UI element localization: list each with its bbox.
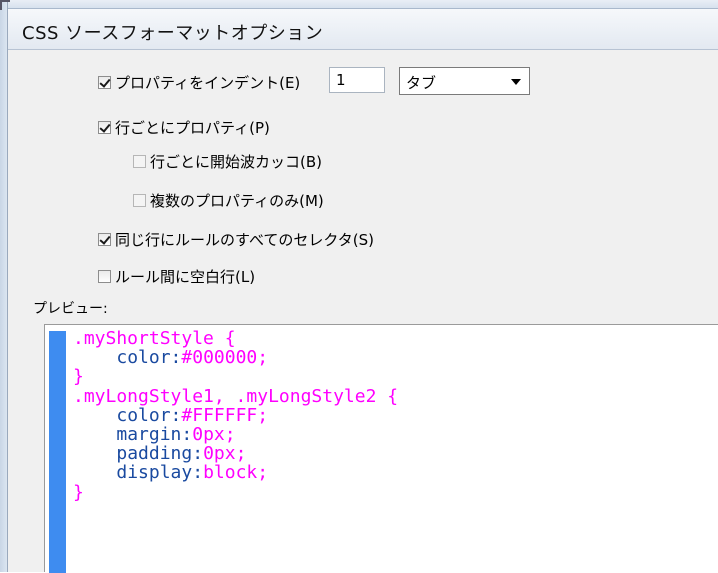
chevron-down-icon[interactable]: [511, 79, 521, 85]
preview-property-name: padding: [116, 443, 193, 465]
blank-line-between-rules-option[interactable]: ルール間に空白行(L): [98, 266, 255, 287]
preview-code-line: margin:0px;: [116, 424, 236, 446]
preview-code-line: .myLongStyle1, .myLongStyle2 {: [73, 387, 398, 406]
preview-property-value: #000000;: [181, 347, 269, 369]
property-per-line-label: 行ごとにプロパティ(P): [115, 119, 270, 137]
open-brace-per-line-checkbox[interactable]: [133, 155, 146, 168]
property-per-line-option[interactable]: 行ごとにプロパティ(P): [98, 117, 270, 138]
dialog-title-bar[interactable]: CSS ソースフォーマットオプション: [8, 9, 718, 50]
dialog-title: CSS ソースフォーマットオプション: [22, 23, 324, 44]
preview-property-value: #FFFFFF;: [181, 404, 269, 426]
indent-properties-option[interactable]: プロパティをインデント(E): [98, 72, 300, 93]
preview-property-name: color: [116, 347, 171, 369]
preview-closing-brace: }: [73, 366, 84, 388]
preview-property-value: 0px;: [192, 424, 236, 446]
open-brace-per-line-label: 行ごとに開始波カッコ(B): [150, 153, 322, 171]
window-frame-left: [0, 0, 8, 572]
preview-code-line: }: [73, 367, 398, 386]
preview-pane: .myShortStyle { color:#000000;} .myLongSt…: [44, 324, 718, 573]
preview-property-name: display: [116, 462, 193, 484]
preview-selector: .myLongStyle1, .myLongStyle2 {: [73, 385, 399, 407]
preview-label: プレビュー:: [33, 301, 108, 317]
multiple-properties-only-label: 複数のプロパティのみ(M): [150, 192, 324, 210]
property-per-line-checkbox[interactable]: [98, 121, 111, 134]
preview-selector: .myShortStyle {: [73, 328, 236, 349]
blank-line-between-rules-label: ルール間に空白行(L): [115, 268, 256, 286]
indent-amount-input[interactable]: 1: [329, 67, 385, 93]
preview-code-line: display:block;: [116, 462, 269, 484]
indent-type-select[interactable]: タブ: [399, 67, 530, 95]
multiple-properties-only-checkbox[interactable]: [133, 194, 146, 207]
preview-code: .myShortStyle { color:#000000;} .myLongSt…: [73, 329, 398, 502]
preview-code-line: }: [73, 483, 398, 502]
open-brace-per-line-option[interactable]: 行ごとに開始波カッコ(B): [133, 151, 322, 172]
multiple-properties-only-option[interactable]: 複数のプロパティのみ(M): [133, 190, 324, 211]
preview-code-line: color:#000000;: [116, 347, 269, 369]
preview-gutter: [49, 331, 66, 573]
preview-closing-brace: }: [73, 481, 84, 503]
preview-property-name: margin: [116, 424, 182, 446]
window-frame-top: [0, 0, 718, 9]
preview-code-line: padding:0px;: [116, 443, 247, 465]
selectors-same-line-label: 同じ行にルールのすべてのセレクタ(S): [115, 231, 374, 249]
preview-property-value: block;: [203, 462, 269, 484]
blank-line-between-rules-checkbox[interactable]: [98, 270, 111, 283]
preview-code-line: color:#FFFFFF;: [116, 404, 269, 426]
indent-properties-checkbox[interactable]: [98, 76, 111, 89]
preview-property-name: color: [116, 404, 171, 426]
preview-property-value: 0px;: [203, 443, 247, 465]
selectors-same-line-option[interactable]: 同じ行にルールのすべてのセレクタ(S): [98, 229, 374, 250]
selectors-same-line-checkbox[interactable]: [98, 233, 111, 246]
preview-code-line: .myShortStyle {: [73, 329, 398, 348]
indent-type-value: タブ: [406, 74, 437, 92]
indent-properties-label: プロパティをインデント(E): [115, 74, 301, 92]
